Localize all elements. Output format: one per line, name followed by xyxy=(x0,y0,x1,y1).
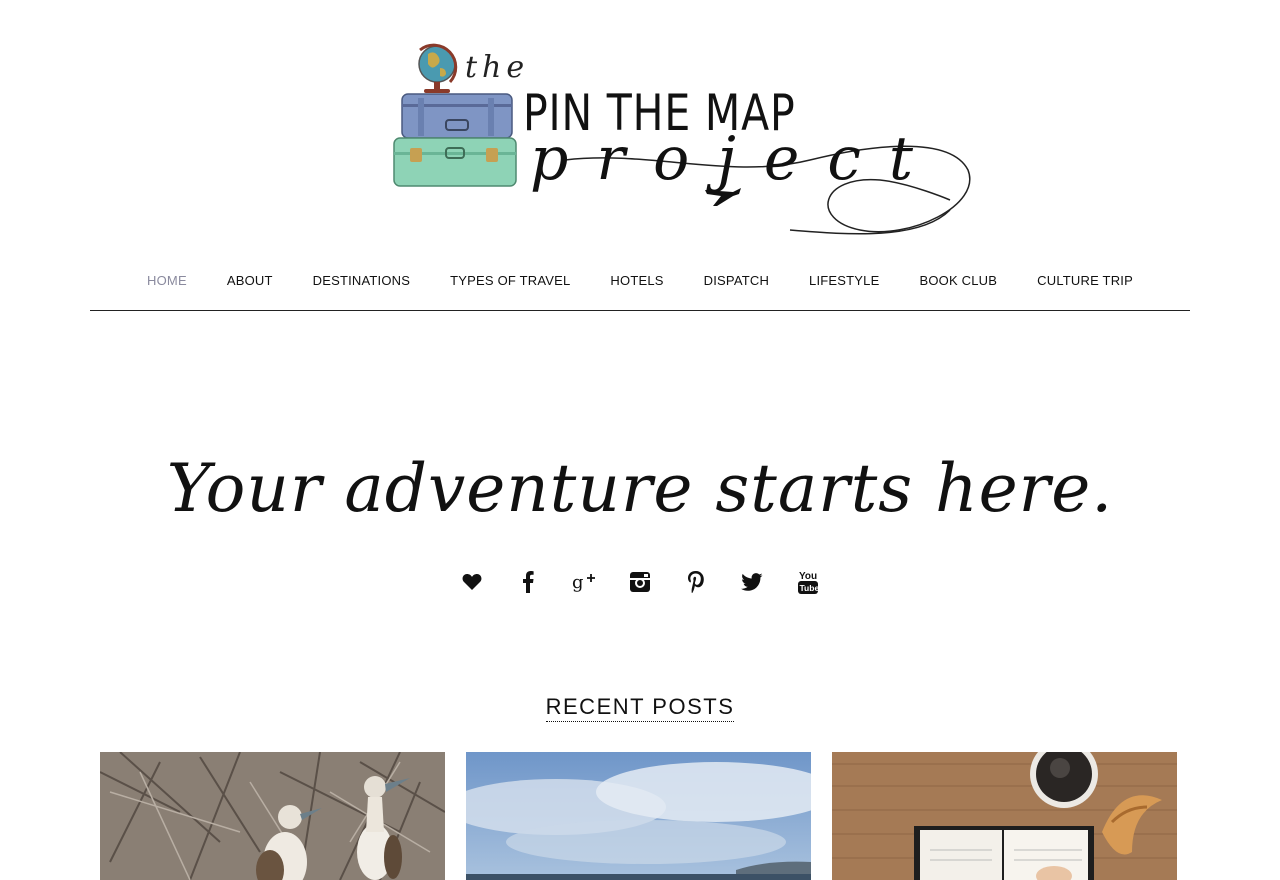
nav-item-culture-trip[interactable]: CULTURE TRIP xyxy=(1037,262,1133,300)
recent-posts-title: RECENT POSTS xyxy=(545,694,735,722)
nav-item-home[interactable]: HOME xyxy=(147,262,187,300)
main-nav: HOME ABOUT DESTINATIONS TYPES OF TRAVEL … xyxy=(90,262,1190,311)
tagline: Your adventure starts here. xyxy=(166,450,1114,527)
post-card-journal[interactable] xyxy=(832,752,1177,880)
svg-text:g: g xyxy=(572,572,584,593)
facebook-icon[interactable] xyxy=(500,566,556,598)
youtube-icon[interactable]: You Tube xyxy=(780,566,836,598)
google-plus-icon[interactable]: g xyxy=(556,566,612,598)
nav-item-lifestyle[interactable]: LIFESTYLE xyxy=(809,262,879,300)
recent-posts-heading: RECENT POSTS xyxy=(0,694,1280,722)
logo-the-text: the xyxy=(465,50,530,85)
svg-text:Tube: Tube xyxy=(800,583,820,593)
social-links: g You Tube xyxy=(444,566,836,598)
nav-item-about[interactable]: ABOUT xyxy=(227,262,273,300)
nav-item-destinations[interactable]: DESTINATIONS xyxy=(313,262,411,300)
site-logo[interactable]: the PIN THE MAP project xyxy=(390,40,980,240)
post-thumbnail-image xyxy=(466,752,811,880)
instagram-icon[interactable] xyxy=(612,566,668,598)
post-thumbnail-image xyxy=(100,752,445,880)
pinterest-icon[interactable] xyxy=(668,566,724,598)
nav-item-dispatch[interactable]: DISPATCH xyxy=(704,262,769,300)
post-card-coast[interactable] xyxy=(466,752,811,880)
nav-item-book-club[interactable]: BOOK CLUB xyxy=(919,262,997,300)
heart-icon[interactable] xyxy=(444,566,500,598)
twitter-icon[interactable] xyxy=(724,566,780,598)
post-card-boobies[interactable] xyxy=(100,752,445,880)
nav-item-types-of-travel[interactable]: TYPES OF TRAVEL xyxy=(450,262,570,300)
nav-item-hotels[interactable]: HOTELS xyxy=(610,262,663,300)
recent-posts-grid xyxy=(100,752,1177,880)
post-thumbnail-image xyxy=(832,752,1177,880)
logo-project-text: project xyxy=(530,124,942,194)
svg-text:You: You xyxy=(799,571,817,582)
